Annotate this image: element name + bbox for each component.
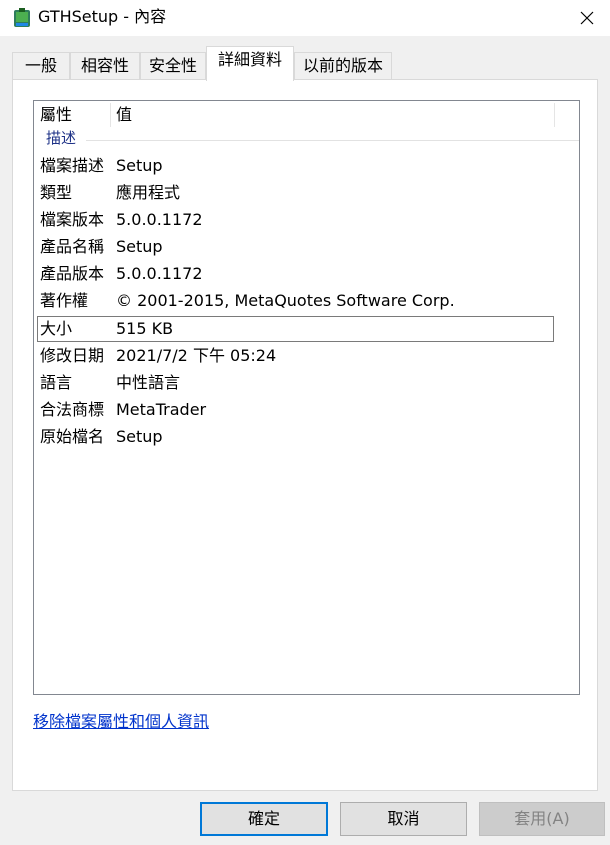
property-name: 原始檔名 (40, 427, 105, 446)
group-header-description[interactable]: 描述 (34, 129, 579, 149)
property-value: Setup (116, 427, 163, 446)
column-divider[interactable] (554, 103, 555, 127)
column-header-value[interactable]: 值 (110, 101, 132, 129)
close-button[interactable] (564, 0, 610, 36)
list-item[interactable]: 修改日期 2021/7/2 下午 05:24 (34, 343, 579, 370)
tab-previous-versions[interactable]: 以前的版本 (294, 52, 392, 80)
title-bar: GTHSetup - 內容 (0, 0, 610, 36)
column-header-property[interactable]: 屬性 (34, 101, 72, 129)
list-header: 屬性 值 (34, 101, 579, 129)
ok-button[interactable]: 確定 (200, 802, 328, 836)
property-value: MetaTrader (116, 400, 207, 419)
list-item[interactable]: 原始檔名 Setup (34, 424, 579, 451)
property-value: 2021/7/2 下午 05:24 (116, 346, 277, 365)
tab-compatibility[interactable]: 相容性 (70, 52, 140, 80)
property-value: Setup (116, 156, 163, 175)
property-name: 修改日期 (40, 346, 105, 365)
property-name: 檔案描述 (40, 156, 105, 175)
apply-button[interactable]: 套用(A) (479, 802, 605, 836)
property-value: 中性語言 (116, 373, 181, 392)
list-item[interactable]: 類型 應用程式 (34, 180, 579, 207)
property-name: 產品名稱 (40, 237, 105, 256)
property-name: 著作權 (40, 291, 89, 310)
tab-security[interactable]: 安全性 (140, 52, 206, 80)
property-value: © 2001-2015, MetaQuotes Software Corp. (116, 291, 455, 310)
tab-general[interactable]: 一般 (12, 52, 70, 80)
details-panel: 屬性 值 描述 檔案描述 Setup 類型 應用程式 檔案版本 5.0.0.11… (12, 79, 598, 791)
list-item[interactable]: 著作權 © 2001-2015, MetaQuotes Software Cor… (34, 288, 579, 315)
property-name: 產品版本 (40, 264, 105, 283)
property-value: 應用程式 (116, 183, 181, 202)
selection-focus-frame (37, 316, 554, 342)
property-name: 語言 (40, 373, 73, 392)
properties-window: GTHSetup - 內容 一般 相容性 安全性 詳細資料 以前的版本 屬性 值… (0, 0, 610, 845)
property-name: 檔案版本 (40, 210, 105, 229)
list-item[interactable]: 合法商標 MetaTrader (34, 397, 579, 424)
window-title: GTHSetup - 內容 (38, 7, 167, 26)
details-list[interactable]: 屬性 值 描述 檔案描述 Setup 類型 應用程式 檔案版本 5.0.0.11… (33, 100, 580, 695)
property-value: 515 KB (116, 319, 174, 338)
remove-properties-link[interactable]: 移除檔案屬性和個人資訊 (33, 710, 209, 734)
list-item[interactable]: 產品版本 5.0.0.1172 (34, 261, 579, 288)
list-item[interactable]: 檔案描述 Setup (34, 153, 579, 180)
property-value: Setup (116, 237, 163, 256)
close-icon (580, 11, 594, 25)
list-item[interactable]: 檔案版本 5.0.0.1172 (34, 207, 579, 234)
list-item[interactable]: 產品名稱 Setup (34, 234, 579, 261)
group-divider (86, 140, 579, 141)
property-name: 大小 (40, 319, 73, 338)
group-label: 描述 (46, 129, 77, 147)
cancel-button[interactable]: 取消 (340, 802, 467, 836)
property-value: 5.0.0.1172 (116, 264, 203, 283)
list-item-selected[interactable]: 大小 515 KB (34, 316, 579, 343)
property-name: 合法商標 (40, 400, 105, 419)
tab-details[interactable]: 詳細資料 (206, 46, 294, 81)
property-name: 類型 (40, 183, 73, 202)
property-value: 5.0.0.1172 (116, 210, 203, 229)
list-item[interactable]: 語言 中性語言 (34, 370, 579, 397)
tab-bar: 一般 相容性 安全性 詳細資料 以前的版本 (12, 44, 598, 81)
app-icon (12, 7, 32, 29)
